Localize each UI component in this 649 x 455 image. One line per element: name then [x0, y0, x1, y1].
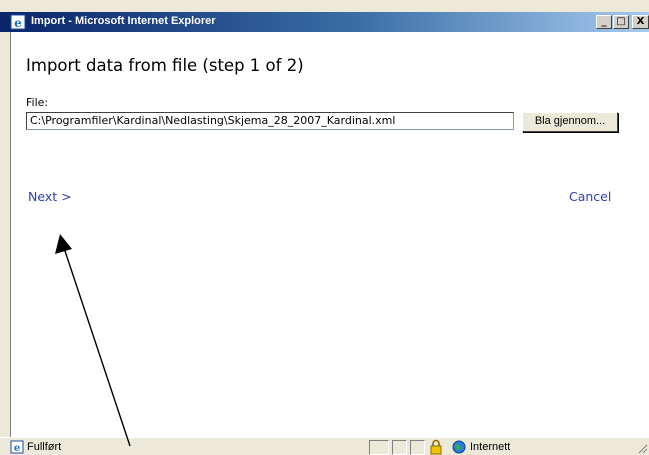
close-button[interactable]: X [632, 15, 649, 29]
lock-icon [430, 439, 442, 455]
status-pane [369, 440, 389, 455]
ie-window: e Import - Microsoft Internet Explorer _… [0, 0, 649, 455]
globe-icon [452, 440, 466, 454]
maximize-button[interactable]: □ [613, 15, 629, 29]
file-path-input[interactable]: C:\Programfiler\Kardinal\Nedlasting\Skje… [26, 112, 514, 130]
resize-grip-icon[interactable] [636, 442, 648, 454]
status-pane [410, 440, 425, 455]
title-bar[interactable]: e Import - Microsoft Internet Explorer _… [0, 12, 649, 32]
cancel-link[interactable]: Cancel [569, 189, 611, 204]
svg-text:e: e [14, 16, 22, 30]
minimize-button[interactable]: _ [596, 15, 612, 29]
next-link[interactable]: Next > [28, 189, 72, 204]
status-bar: e Fullført Internett [0, 437, 649, 455]
page-title: Import data from file (step 1 of 2) [26, 56, 304, 75]
browse-button[interactable]: Bla gjennom... [522, 112, 618, 132]
ie-icon: e [10, 14, 26, 30]
status-text: Fullført [27, 441, 62, 453]
svg-text:e: e [14, 443, 20, 454]
window-title: Import - Microsoft Internet Explorer [31, 15, 216, 27]
zone-text: Internett [470, 441, 511, 453]
page-done-icon: e [10, 440, 24, 454]
page-content: Import data from file (step 1 of 2) File… [10, 32, 649, 437]
status-pane [392, 440, 407, 455]
file-label: File: [26, 96, 49, 109]
